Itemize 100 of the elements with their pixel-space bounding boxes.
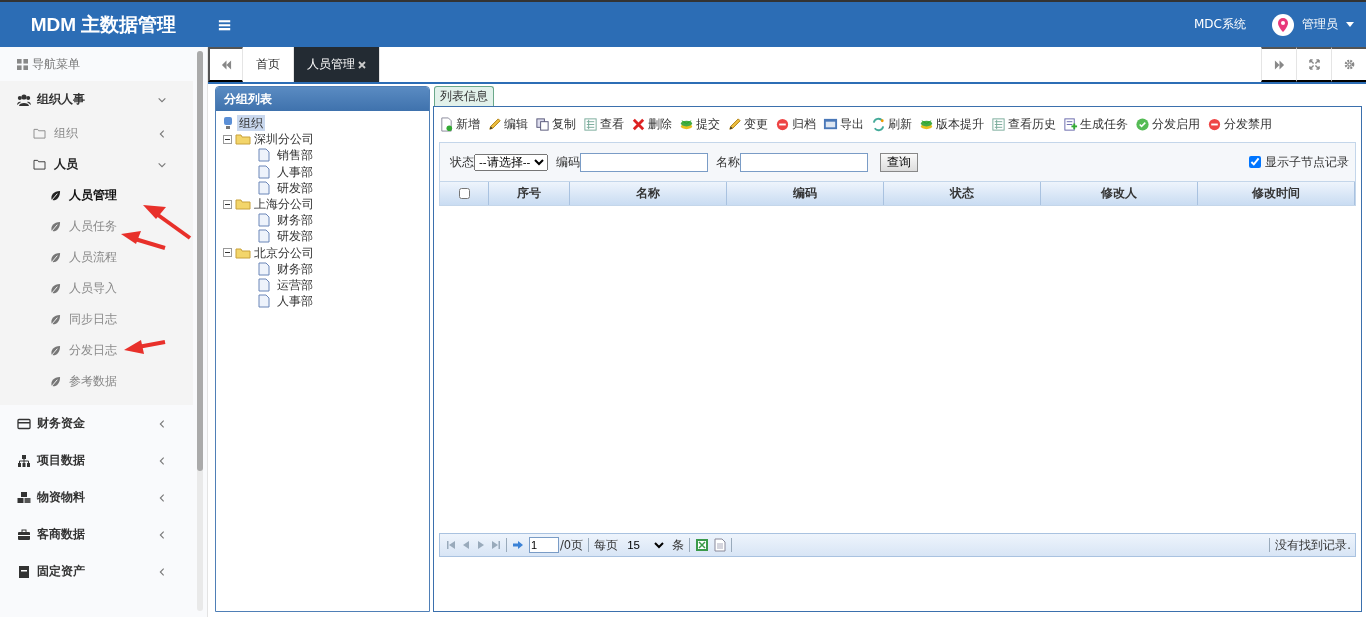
scroll-left-button[interactable] [208, 47, 243, 82]
tree-node[interactable]: 深圳分公司 [254, 131, 314, 148]
copy-icon [535, 117, 550, 132]
scrollbar[interactable] [197, 51, 203, 471]
toolbar-button[interactable]: 查看 [583, 116, 624, 133]
chevron-icon [157, 455, 167, 466]
folder-icon [235, 198, 251, 211]
toolbar-button[interactable]: 生成任务 [1063, 116, 1128, 133]
chevron-icon [157, 418, 167, 429]
go-arrow-icon[interactable] [512, 540, 524, 550]
chevron-icon [157, 566, 167, 577]
nav-group[interactable]: 项目数据 [0, 442, 193, 479]
leaf-icon [50, 252, 61, 263]
scroll-right-button[interactable] [1261, 47, 1296, 82]
folder-icon [33, 159, 46, 170]
page-size-select[interactable]: 15 [623, 536, 668, 554]
document-icon [258, 213, 270, 228]
tree-node[interactable]: 研发部 [277, 179, 313, 196]
pencil-icon [487, 117, 502, 132]
caret-icon[interactable] [1346, 22, 1354, 27]
select-all-checkbox[interactable] [458, 188, 470, 199]
column-header[interactable]: 序号 [489, 182, 570, 205]
nav-subgroup[interactable]: 人员 [0, 149, 193, 180]
toolbar-button[interactable]: 导出 [823, 116, 864, 133]
toolbar-button[interactable]: 删除 [631, 116, 672, 133]
toolbar-button[interactable]: 新增 [439, 116, 480, 133]
minus-circle-icon [775, 117, 790, 132]
archive-icon [17, 564, 31, 579]
collapse-icon[interactable] [222, 248, 232, 258]
leaf-icon [50, 345, 61, 356]
tree-node[interactable]: 北京分公司 [254, 244, 314, 261]
toolbar-button[interactable]: 分发启用 [1135, 116, 1200, 133]
toolbar-button[interactable]: 提交 [679, 116, 720, 133]
panel-tab[interactable]: 列表信息 [434, 86, 494, 106]
tab[interactable]: 人员管理 [294, 47, 380, 82]
app-title: MDM 主数据管理 [29, 12, 178, 37]
nav-group[interactable]: 固定资产 [0, 553, 193, 590]
collapse-icon[interactable] [222, 199, 232, 209]
page-input[interactable]: 1 [529, 537, 559, 553]
toolbar-button[interactable]: 复制 [535, 116, 576, 133]
chevron-icon [157, 529, 167, 540]
toolbar-button[interactable]: 刷新 [871, 116, 912, 133]
settings-button[interactable] [1331, 47, 1366, 82]
column-header[interactable]: 修改人 [1041, 182, 1198, 205]
column-header[interactable]: 名称 [570, 182, 727, 205]
nav-group[interactable]: 物资物料 [0, 479, 193, 516]
toolbar-button[interactable]: 查看历史 [991, 116, 1056, 133]
close-icon[interactable] [358, 60, 366, 69]
checkbox[interactable] [1249, 156, 1261, 168]
status-select[interactable]: --请选择-- [474, 153, 548, 171]
document-icon [258, 164, 270, 179]
document-icon[interactable] [714, 538, 727, 552]
refresh-icon [871, 117, 886, 132]
list-icon [991, 117, 1006, 132]
document-icon [258, 277, 270, 292]
tree-node[interactable]: 财务部 [277, 260, 313, 277]
document-icon [258, 229, 270, 244]
column-header[interactable]: 状态 [884, 182, 1041, 205]
nav-group[interactable]: 组织人事 [0, 81, 193, 118]
collapse-icon[interactable] [222, 134, 232, 144]
spreadsheet-icon[interactable] [695, 538, 710, 552]
name-input[interactable] [740, 152, 868, 172]
tree-node[interactable]: 研发部 [277, 228, 313, 245]
tree-node[interactable]: 人事部 [277, 293, 313, 310]
tree-node[interactable]: 上海分公司 [254, 196, 314, 213]
tree-node[interactable]: 组织 [237, 115, 265, 132]
leaf-icon [50, 190, 61, 201]
system-link[interactable]: MDC系统 [1194, 16, 1246, 33]
settings-icon [1343, 59, 1355, 70]
tree-node[interactable]: 销售部 [277, 147, 313, 164]
double-left-icon [220, 59, 232, 70]
tree-node[interactable]: 人事部 [277, 163, 313, 180]
nav-group[interactable]: 客商数据 [0, 516, 193, 553]
page-total: /0页 [560, 537, 584, 553]
cross-icon [631, 117, 646, 132]
tree-node[interactable]: 财务部 [277, 212, 313, 229]
cubes-icon [17, 490, 31, 505]
column-header[interactable]: 修改时间 [1198, 182, 1355, 205]
toolbar-button[interactable]: 版本提升 [919, 116, 984, 133]
query-button[interactable]: 查询 [880, 152, 918, 172]
document-icon [258, 180, 270, 195]
chevron-icon [157, 492, 167, 503]
new-document-icon [439, 117, 454, 132]
tree-node[interactable]: 运营部 [277, 276, 313, 293]
fullscreen-button[interactable] [1296, 47, 1331, 82]
folder-icon [235, 246, 251, 259]
nav-group[interactable]: 财务资金 [0, 405, 193, 442]
toolbar-button[interactable]: 编辑 [487, 116, 528, 133]
user-menu[interactable]: 管理员 [1302, 16, 1338, 33]
code-input[interactable] [580, 152, 708, 172]
nav-item[interactable]: 人员管理 [0, 180, 193, 211]
toolbar-button[interactable]: 变更 [727, 116, 768, 133]
toolbar-button[interactable]: 归档 [775, 116, 816, 133]
pager-status: 没有找到记录. [1275, 537, 1351, 553]
menu-toggle[interactable]: ≡ [217, 14, 233, 35]
column-header[interactable]: 编码 [727, 182, 884, 205]
field-label: 编码 [556, 154, 580, 170]
folder-icon [33, 128, 46, 139]
monitor-icon [823, 117, 838, 132]
toolbar-button[interactable]: 分发禁用 [1207, 116, 1272, 133]
